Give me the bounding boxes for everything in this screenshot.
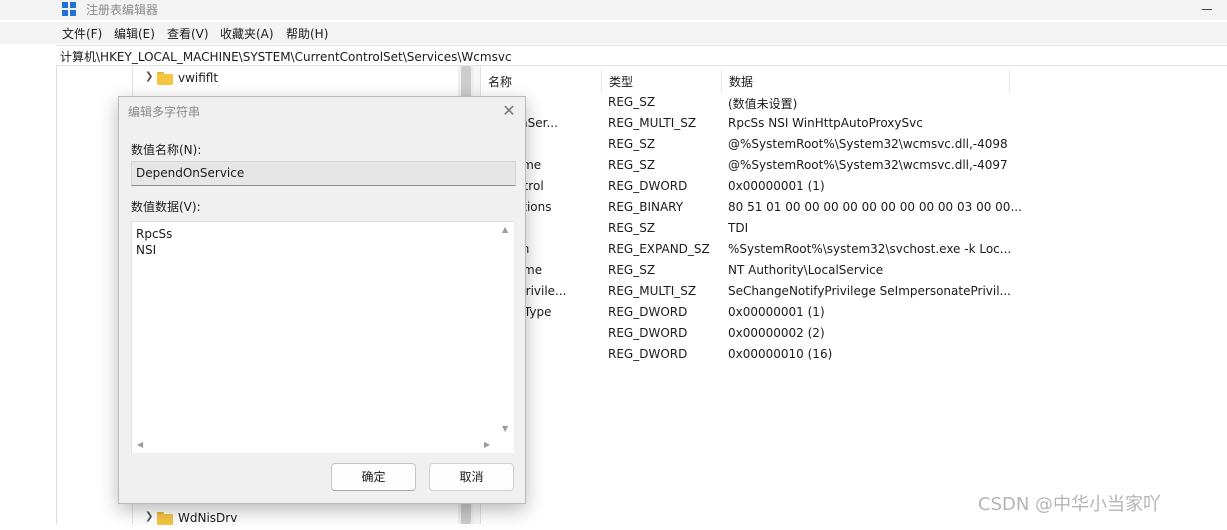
cell-type: REG_EXPAND_SZ xyxy=(608,242,710,256)
menu-help[interactable]: 帮助(H) xyxy=(286,25,328,42)
cell-data: TDI xyxy=(728,221,749,235)
table-row[interactable]: 认)REG_SZ(数值未设置) xyxy=(481,93,1227,114)
window-edge xyxy=(0,66,56,524)
registry-app-icon xyxy=(62,2,77,17)
ok-button[interactable]: 确定 xyxy=(331,463,416,491)
scroll-up-icon[interactable]: ▲ xyxy=(502,225,508,234)
cell-data: 0x00000001 (1) xyxy=(728,179,825,193)
cell-data: 80 51 01 00 00 00 00 00 00 00 00 00 03 0… xyxy=(728,200,1022,214)
values-list-pane[interactable]: 名称 类型 数据 认)REG_SZ(数值未设置)endOnSer...REG_M… xyxy=(481,66,1227,524)
cell-data: SeChangeNotifyPrivilege SeImpersonatePri… xyxy=(728,284,1011,298)
cell-type: REG_SZ xyxy=(608,137,656,151)
value-data-text[interactable]: RpcSs NSI xyxy=(136,226,172,258)
cell-data: RpcSs NSI WinHttpAutoProxySvc xyxy=(728,116,923,130)
address-bar[interactable]: 计算机\HKEY_LOCAL_MACHINE\SYSTEM\CurrentCon… xyxy=(56,45,1227,66)
chevron-right-icon[interactable]: ❯ xyxy=(145,511,155,522)
chevron-right-icon[interactable]: ❯ xyxy=(145,71,155,82)
cell-type: REG_SZ xyxy=(608,263,656,277)
close-icon[interactable]: ✕ xyxy=(499,101,519,121)
cell-type: REG_DWORD xyxy=(608,326,688,340)
column-header-name[interactable]: 名称 xyxy=(481,70,602,93)
tree-item-vwififlt[interactable]: ❯ vwififlt xyxy=(145,70,445,90)
minimize-button[interactable] xyxy=(1196,0,1220,20)
cell-type: REG_SZ xyxy=(608,95,656,109)
table-row[interactable]: endOnSer...REG_MULTI_SZRpcSs NSI WinHttp… xyxy=(481,114,1227,135)
title-bar: 注册表编辑器 xyxy=(0,0,1227,20)
cancel-button[interactable]: 取消 xyxy=(429,463,514,491)
scroll-left-icon[interactable]: ◀ xyxy=(137,440,143,449)
dialog-title-bar: 编辑多字符串 ✕ xyxy=(119,97,525,125)
cell-data: 0x00000001 (1) xyxy=(728,305,825,319)
cell-type: REG_MULTI_SZ xyxy=(608,284,697,298)
cell-type: REG_DWORD xyxy=(608,179,688,193)
value-name-field[interactable]: DependOnService xyxy=(131,161,516,186)
table-row[interactable]: uiredPrivile... REG_MULTI_SZ SeChangeNotif… xyxy=(481,282,1227,303)
value-name-label: 数值名称(N): xyxy=(131,143,202,157)
table-row[interactable]: ureActionsREG_BINARY80 51 01 00 00 00 00… xyxy=(481,198,1227,219)
table-row[interactable]: upREG_SZTDI xyxy=(481,219,1227,240)
cell-data: 0x00000002 (2) xyxy=(728,326,825,340)
textarea-horizontal-scrollbar[interactable]: ◀ ▶ xyxy=(132,437,498,453)
cell-type: REG_DWORD xyxy=(608,347,688,361)
folder-icon xyxy=(157,72,173,85)
table-row[interactable]: layNameREG_SZ@%SystemRoot%\System32\wcms… xyxy=(481,156,1227,177)
table-row[interactable]: iceSidTypeREG_DWORD0x00000001 (1) xyxy=(481,303,1227,324)
cell-type: REG_DWORD xyxy=(608,305,688,319)
edit-multi-string-dialog: 编辑多字符串 ✕ 数值名称(N): DependOnService 数值数据(V… xyxy=(118,96,526,504)
folder-icon xyxy=(157,512,173,525)
column-header-data[interactable]: 数据 xyxy=(722,70,1010,93)
scroll-down-icon[interactable]: ▼ xyxy=(502,424,508,433)
menu-view[interactable]: 查看(V) xyxy=(167,25,209,42)
window-title: 注册表编辑器 xyxy=(86,3,159,17)
cell-data: %SystemRoot%\system32\svchost.exe -k Loc… xyxy=(728,242,1012,256)
cell-data: NT Authority\LocalService xyxy=(728,263,884,277)
watermark-text: CSDN @中华小当家吖 xyxy=(978,494,1162,515)
cell-type: REG_SZ xyxy=(608,221,656,235)
menu-edit[interactable]: 编辑(E) xyxy=(114,25,155,42)
cell-data: @%SystemRoot%\System32\wcmsvc.dll,-4098 xyxy=(728,137,1008,151)
menu-favorites[interactable]: 收藏夹(A) xyxy=(220,25,274,42)
cell-data: 0x00000010 (16) xyxy=(728,347,833,361)
table-row[interactable]: gePathREG_EXPAND_SZ%SystemRoot%\system32… xyxy=(481,240,1227,261)
table-row[interactable]: riptionREG_SZ@%SystemRoot%\System32\wcms… xyxy=(481,135,1227,156)
menu-file[interactable]: 文件(F) xyxy=(62,25,102,42)
cell-type: REG_MULTI_SZ xyxy=(608,116,697,130)
cell-data: (数值未设置) xyxy=(728,97,798,111)
scrollbar-corner xyxy=(498,437,514,453)
cell-data: @%SystemRoot%\System32\wcmsvc.dll,-4097 xyxy=(728,158,1008,172)
value-data-label: 数值数据(V): xyxy=(131,200,201,214)
tree-item-label: vwififlt xyxy=(178,71,219,85)
menu-bar: 文件(F) 编辑(E) 查看(V) 收藏夹(A) 帮助(H) xyxy=(0,22,1227,44)
column-header-type[interactable]: 类型 xyxy=(602,70,722,93)
tree-item-label: WdNisDrv xyxy=(178,511,238,525)
dialog-title: 编辑多字符串 xyxy=(128,105,201,119)
tree-item-wdnisdrv[interactable]: ❯ WdNisDrv xyxy=(145,510,445,530)
table-row[interactable]: eREG_DWORD0x00000010 (16) xyxy=(481,345,1227,366)
table-row[interactable]: orControlREG_DWORD0x00000001 (1) xyxy=(481,177,1227,198)
table-row[interactable]: ectNameREG_SZNT Authority\LocalService xyxy=(481,261,1227,282)
cell-type: REG_BINARY xyxy=(608,200,684,214)
textarea-vertical-scrollbar[interactable]: ▲ ▼ xyxy=(498,222,514,437)
cell-type: REG_SZ xyxy=(608,158,656,172)
table-row[interactable]: tREG_DWORD0x00000002 (2) xyxy=(481,324,1227,345)
value-data-textarea[interactable]: RpcSs NSI ▲ ▼ ◀ ▶ xyxy=(131,221,514,453)
scroll-right-icon[interactable]: ▶ xyxy=(484,440,490,449)
